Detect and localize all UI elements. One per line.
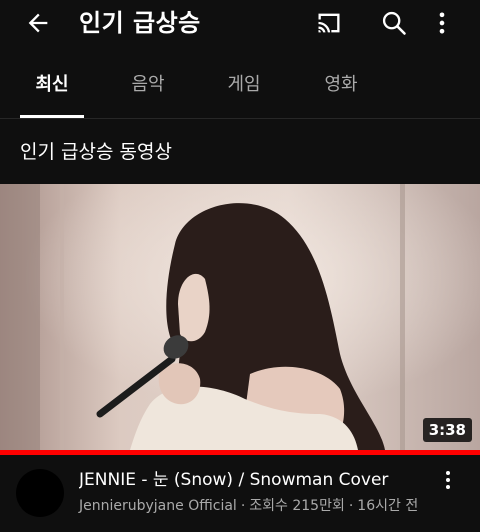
upload-age: 16시간 전 bbox=[357, 498, 419, 514]
cast-icon bbox=[318, 13, 340, 33]
search-icon bbox=[382, 11, 406, 35]
video-more-button[interactable] bbox=[428, 460, 468, 500]
page-title: 인기 급상승 bbox=[79, 9, 201, 37]
more-vertical-icon bbox=[446, 471, 450, 489]
tab-latest[interactable]: 최신 bbox=[20, 70, 84, 118]
tab-label: 최신 bbox=[35, 74, 69, 95]
watch-progress-bar bbox=[0, 450, 480, 455]
tab-label: 영화 bbox=[324, 74, 358, 95]
more-options-button[interactable] bbox=[422, 3, 462, 43]
tab-music[interactable]: 음악 bbox=[116, 70, 180, 118]
view-count: 조회수 215만회 bbox=[249, 498, 345, 514]
cast-button[interactable] bbox=[309, 3, 349, 43]
tab-label: 음악 bbox=[131, 74, 165, 95]
tab-movies[interactable]: 영화 bbox=[309, 70, 373, 118]
meta-separator: · bbox=[348, 498, 354, 514]
video-metadata: Jennierubyjane Official · 조회수 215만회 · 16시간 전 bbox=[79, 495, 418, 517]
category-tabs: 최신 음악 게임 영화 bbox=[0, 56, 480, 119]
tab-active-indicator bbox=[20, 115, 84, 118]
meta-separator: · bbox=[240, 498, 246, 514]
channel-avatar[interactable] bbox=[16, 469, 64, 517]
video-thumbnail[interactable]: 3:38 bbox=[0, 184, 480, 450]
video-duration: 3:38 bbox=[422, 418, 472, 442]
thumbnail-image bbox=[0, 184, 480, 450]
section-title: 인기 급상승 동영상 bbox=[20, 141, 172, 163]
tab-label: 게임 bbox=[227, 74, 261, 95]
video-title[interactable]: JENNIE - 눈 (Snow) / Snowman Cover bbox=[79, 468, 419, 492]
tab-gaming[interactable]: 게임 bbox=[212, 70, 276, 118]
arrow-back-icon bbox=[28, 13, 48, 33]
more-vertical-icon bbox=[439, 12, 445, 34]
back-button[interactable] bbox=[18, 3, 58, 43]
search-button[interactable] bbox=[374, 3, 414, 43]
app-bar: 인기 급상승 bbox=[0, 0, 480, 52]
channel-name[interactable]: Jennierubyjane Official bbox=[79, 498, 237, 514]
